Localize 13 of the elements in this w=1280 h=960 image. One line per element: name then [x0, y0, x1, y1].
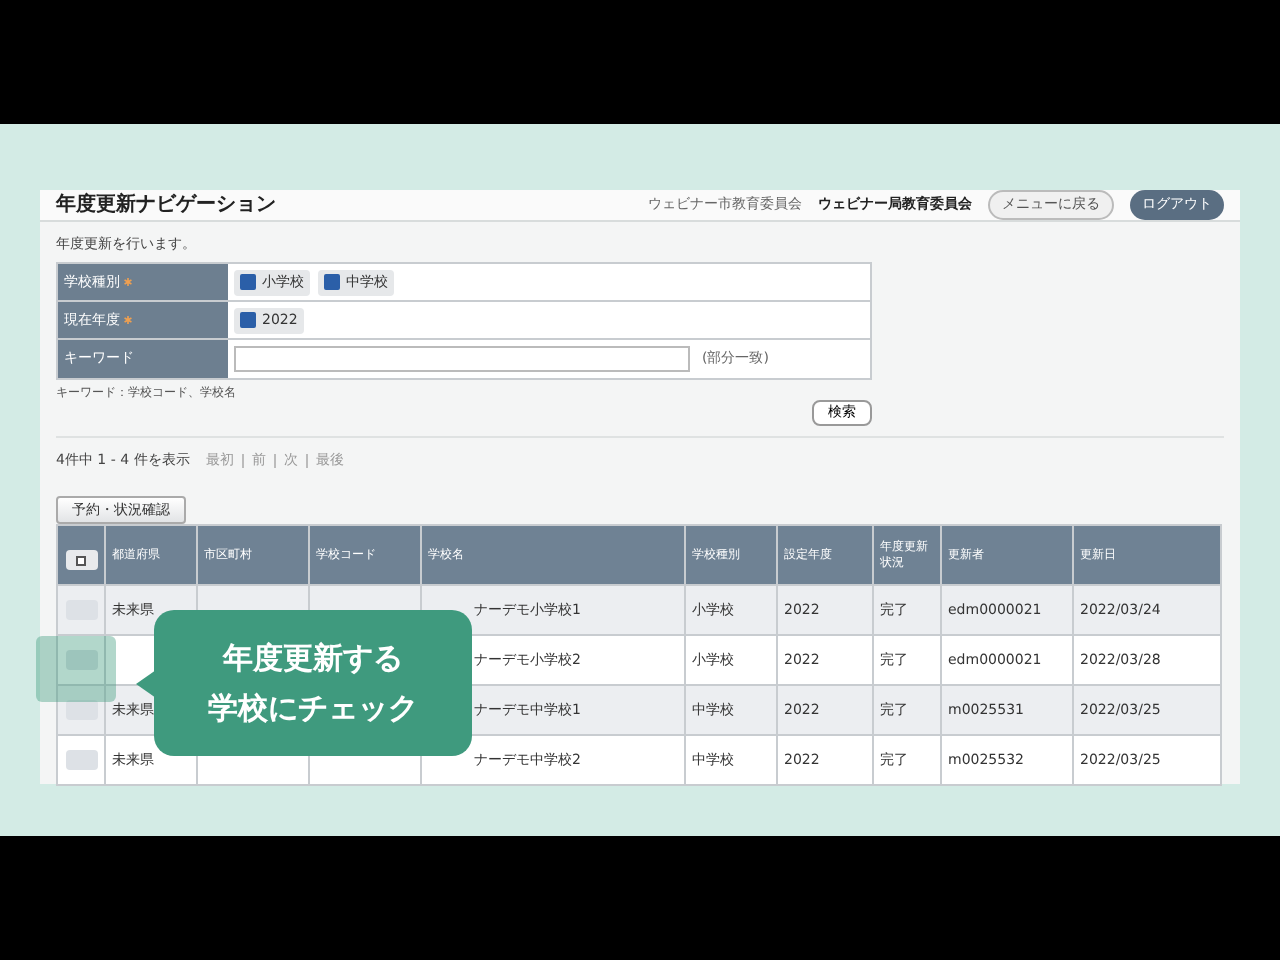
checkbox[interactable]	[240, 312, 256, 328]
row-checkbox[interactable]	[65, 700, 97, 720]
checkbox[interactable]	[240, 274, 256, 290]
keyword-field[interactable]	[234, 346, 690, 372]
page-title: 年度更新ナビゲーション	[56, 190, 278, 220]
callout-text: 年度更新する	[223, 637, 403, 679]
checkbox[interactable]	[324, 274, 340, 290]
highlight-frame	[36, 636, 116, 702]
required-mark-icon	[124, 316, 132, 324]
select-all-checkbox[interactable]	[65, 550, 97, 570]
callout-text: 学校にチェック	[208, 687, 418, 729]
required-mark-icon	[124, 278, 132, 286]
row-checkbox[interactable]	[65, 750, 97, 770]
